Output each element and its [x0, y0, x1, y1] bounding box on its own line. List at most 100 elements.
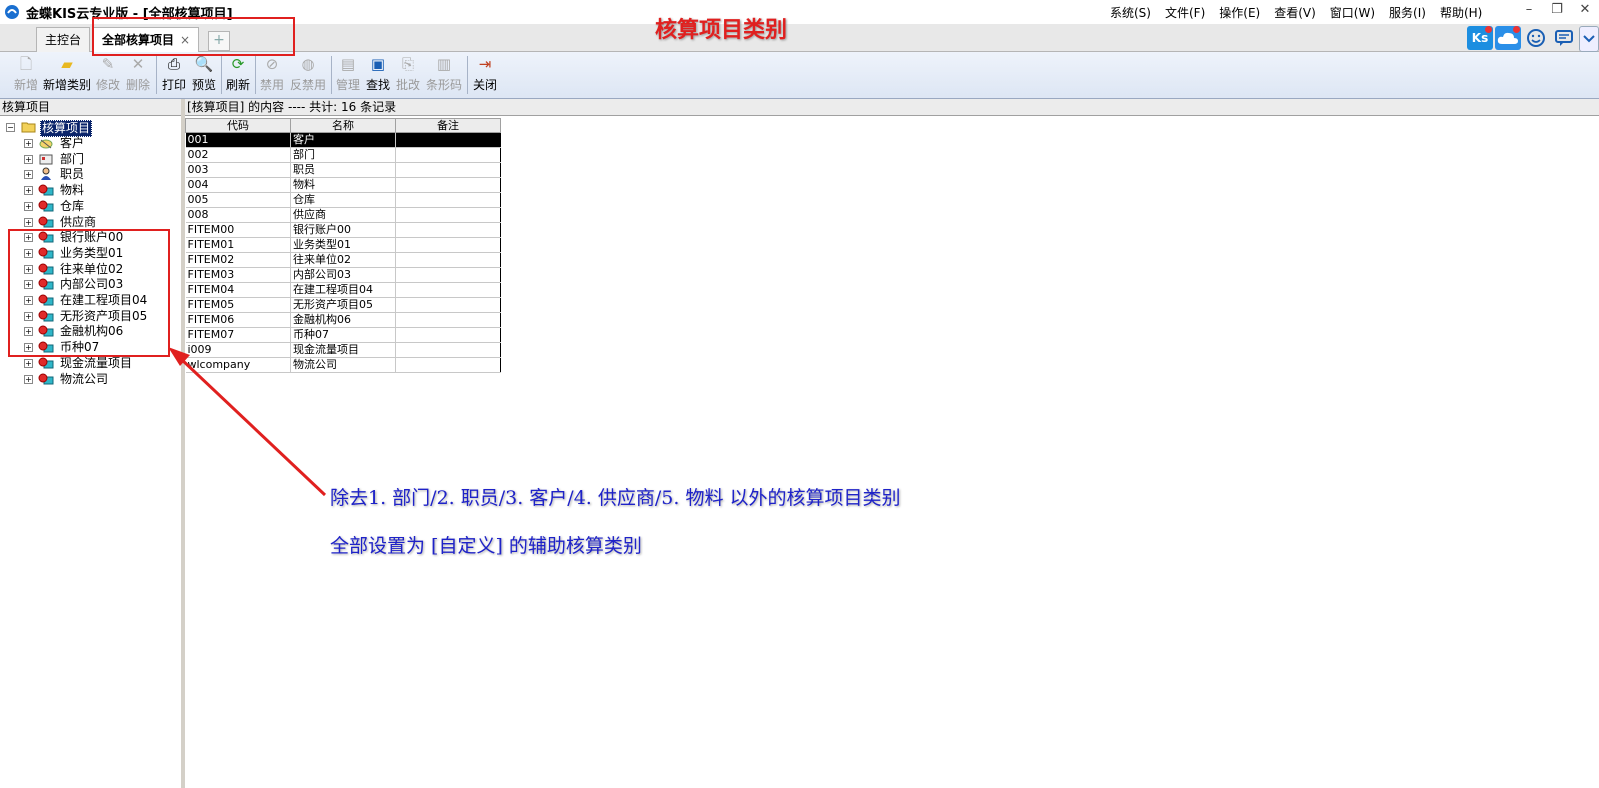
table-row[interactable]: FITEM05 无形资产项目05 [185, 297, 501, 313]
cell-remark [395, 162, 501, 178]
enable-button[interactable]: ◍ 反禁用 [288, 54, 328, 96]
preview-button[interactable]: 🔍 预览 [190, 54, 218, 96]
barcode-button[interactable]: ▥ 条形码 [424, 54, 464, 96]
cell-name: 客户 [290, 132, 396, 148]
column-header-name[interactable]: 名称 [290, 118, 396, 133]
menu-window[interactable]: 窗口(W) [1330, 4, 1375, 21]
table-row[interactable]: 005 仓库 [185, 192, 501, 208]
table-row[interactable]: FITEM01 业务类型01 [185, 237, 501, 253]
table-row[interactable]: i009 现金流量项目 [185, 342, 501, 358]
find-button[interactable]: ▣ 查找 [364, 54, 392, 96]
chevron-down-icon[interactable] [1579, 26, 1599, 52]
cell-code: FITEM00 [185, 222, 291, 238]
edit-icon: ✎ [101, 55, 115, 73]
cloud-icon[interactable] [1495, 26, 1521, 50]
cell-code: i009 [185, 342, 291, 358]
expand-icon[interactable]: + [24, 374, 33, 384]
item-icon [38, 200, 54, 212]
table-row[interactable]: 003 职员 [185, 162, 501, 178]
table-row[interactable]: FITEM07 币种07 [185, 327, 501, 343]
close-window-icon[interactable]: ✕ [1571, 0, 1599, 22]
table-row[interactable]: FITEM06 金融机构06 [185, 312, 501, 328]
table-row[interactable]: wlcompany 物流公司 [185, 357, 501, 373]
expand-icon[interactable]: + [24, 358, 33, 368]
cell-remark [395, 357, 501, 373]
expand-icon[interactable]: + [24, 201, 33, 211]
smiley-feedback-icon[interactable] [1523, 26, 1549, 50]
department-icon [39, 154, 53, 165]
manage-button[interactable]: ▤ 管理 [334, 54, 362, 96]
collapse-icon[interactable]: − [6, 123, 15, 132]
expand-icon[interactable]: + [24, 170, 33, 180]
cell-name: 内部公司03 [290, 267, 396, 283]
message-icon[interactable] [1551, 26, 1577, 50]
cell-code: 004 [185, 177, 291, 193]
find-icon: ▣ [370, 55, 386, 73]
menu-operate[interactable]: 操作(E) [1219, 4, 1260, 21]
new-category-button[interactable]: ▰ 新增类别 [42, 54, 92, 96]
delete-button[interactable]: ✕ 删除 [124, 54, 152, 96]
cell-remark [395, 342, 501, 358]
cell-name: 币种07 [290, 327, 396, 343]
tree-node-label: 现金流量项目 [60, 355, 133, 370]
batch-edit-button[interactable]: ⎘ 批改 [394, 54, 422, 96]
menu-service[interactable]: 服务(I) [1389, 4, 1426, 21]
menu-help[interactable]: 帮助(H) [1440, 4, 1482, 21]
minimize-icon[interactable]: – [1515, 0, 1543, 22]
cell-code: 001 [185, 132, 291, 148]
window-controls: – ❐ ✕ [1515, 0, 1599, 22]
exit-icon: ⇥ [478, 55, 492, 73]
cell-name: 金融机构06 [290, 312, 396, 328]
print-button[interactable]: ⎙ 打印 [160, 54, 188, 96]
menu-file[interactable]: 文件(F) [1165, 4, 1205, 21]
item-icon [38, 357, 54, 369]
print-icon: ⎙ [167, 55, 180, 73]
tree-root-label: 核算项目 [40, 120, 93, 137]
disable-button[interactable]: ⊘ 禁用 [258, 54, 286, 96]
content-panel: [核算项目] 的内容 ---- 共计: 16 条记录 代码 名称 备注 001 客… [185, 99, 1599, 788]
menu-view[interactable]: 查看(V) [1274, 4, 1316, 21]
expand-icon[interactable]: + [24, 217, 33, 227]
cell-remark [395, 282, 501, 298]
close-button[interactable]: ⇥ 关闭 [471, 54, 499, 96]
new-button[interactable]: 🗋 新增 [12, 54, 40, 96]
cell-remark [395, 237, 501, 253]
cell-name: 业务类型01 [290, 237, 396, 253]
cell-name: 无形资产项目05 [290, 297, 396, 313]
item-icon [38, 184, 54, 196]
table-row[interactable]: FITEM00 银行账户00 [185, 222, 501, 238]
manage-icon: ▤ [340, 55, 356, 73]
cell-remark [395, 207, 501, 223]
cell-name: 物流公司 [290, 357, 396, 373]
expand-icon[interactable]: + [24, 139, 33, 148]
cell-name: 部门 [290, 147, 396, 163]
folder-icon: ▰ [61, 55, 73, 73]
cell-name: 物料 [290, 177, 396, 193]
column-header-code[interactable]: 代码 [185, 118, 291, 133]
expand-icon[interactable]: + [24, 186, 33, 196]
menu-system[interactable]: 系统(S) [1110, 4, 1151, 21]
ban-icon: ⊘ [265, 55, 279, 73]
table-row[interactable]: 001 客户 [185, 132, 501, 148]
kis-assistant-icon[interactable]: Ks [1467, 26, 1493, 50]
table-row[interactable]: 002 部门 [185, 147, 501, 163]
refresh-button[interactable]: ⟳ 刷新 [224, 54, 252, 96]
table-row[interactable]: 004 物料 [185, 177, 501, 193]
table-row[interactable]: FITEM04 在建工程项目04 [185, 282, 501, 298]
expand-icon[interactable]: + [24, 154, 33, 164]
toolbar-divider [331, 56, 332, 94]
tab-main-console[interactable]: 主控台 [36, 27, 91, 52]
cell-code: FITEM02 [185, 252, 291, 268]
column-header-remark[interactable]: 备注 [395, 118, 501, 133]
edit-button[interactable]: ✎ 修改 [94, 54, 122, 96]
cell-remark [395, 192, 501, 208]
grid-body: 001 客户 002 部门 003 职员 004 物料 005 仓库 008 供应商 FITEM00 银行… [185, 132, 501, 373]
cell-code: 008 [185, 207, 291, 223]
restore-icon[interactable]: ❐ [1543, 0, 1571, 22]
cell-name: 银行账户00 [290, 222, 396, 238]
content-header: [核算项目] 的内容 ---- 共计: 16 条记录 [185, 99, 1599, 116]
table-row[interactable]: FITEM02 往来单位02 [185, 252, 501, 268]
table-row[interactable]: 008 供应商 [185, 207, 501, 223]
cell-code: wlcompany [185, 357, 291, 373]
table-row[interactable]: FITEM03 内部公司03 [185, 267, 501, 283]
